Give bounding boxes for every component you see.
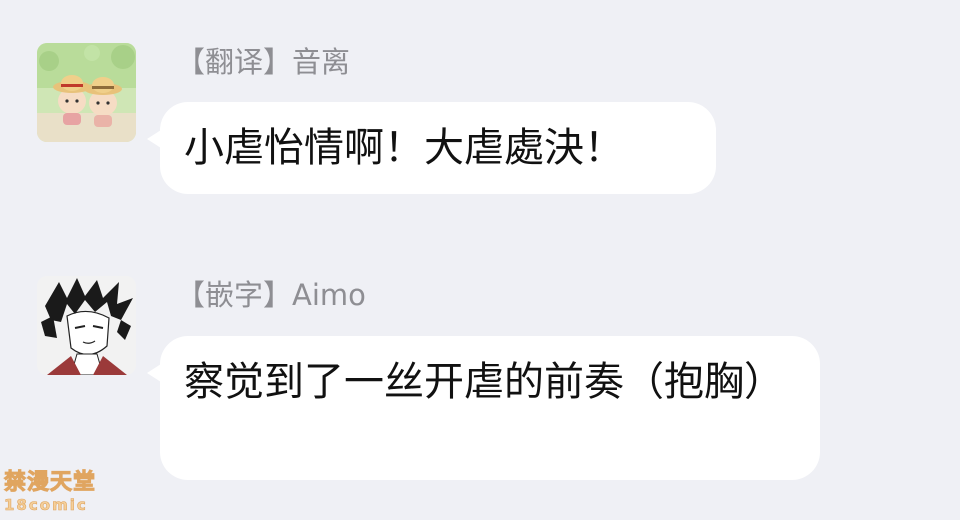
- message-bubble[interactable]: 小虐怡情啊！大虐處決！: [147, 102, 716, 194]
- sender-name: 【嵌字】Aimo: [176, 278, 366, 312]
- sender-avatar[interactable]: [37, 43, 136, 142]
- watermark-subtitle: 18comic: [4, 496, 88, 515]
- chibi-characters-avatar-icon: [37, 43, 136, 142]
- anime-character-avatar-icon: [37, 276, 136, 375]
- sender-name: 【翻译】音离: [176, 45, 351, 79]
- sender-avatar[interactable]: [37, 276, 136, 375]
- watermark-title: 禁漫天堂: [4, 470, 97, 496]
- watermark-logo: 禁漫天堂 18comic: [4, 470, 108, 518]
- message-bubble[interactable]: 察觉到了一丝开虐的前奏（抱胸）: [147, 336, 820, 480]
